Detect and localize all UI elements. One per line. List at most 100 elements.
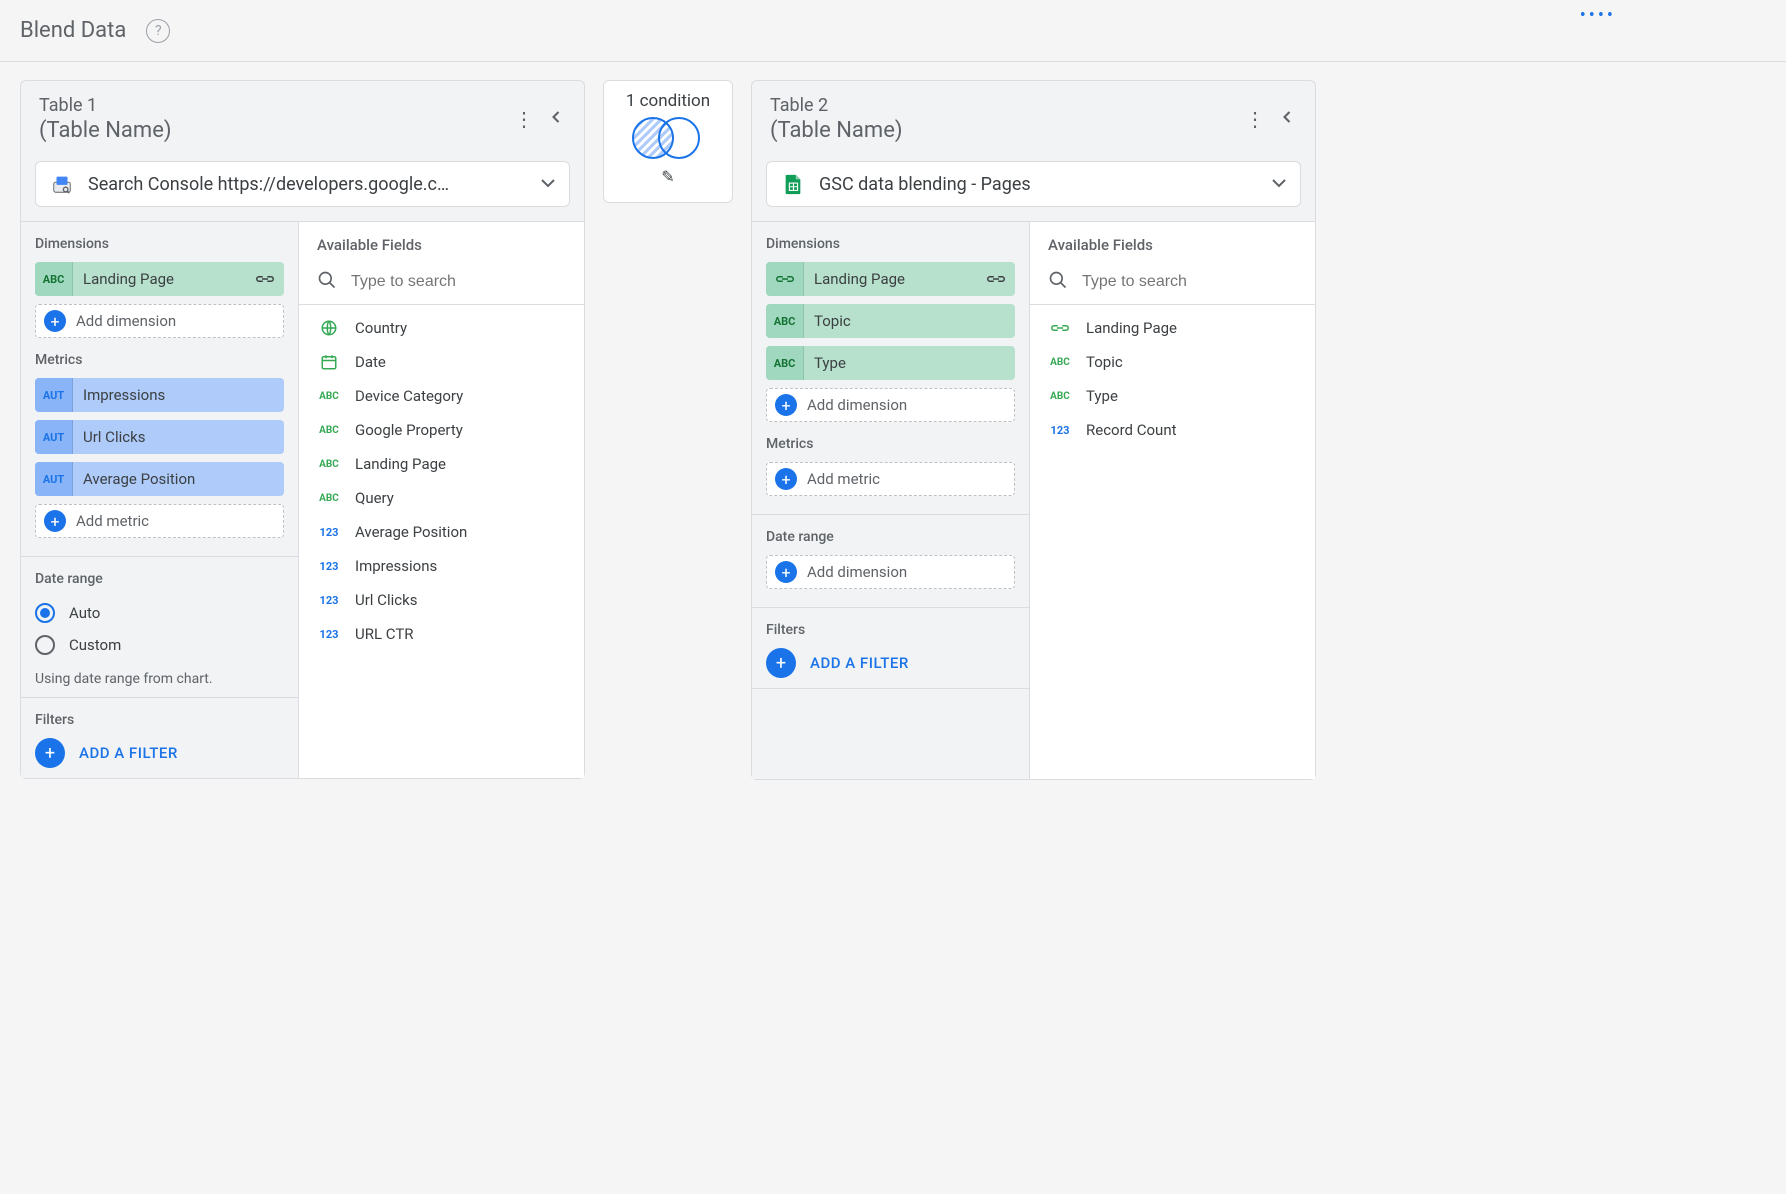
filters-heading: Filters [35, 712, 284, 728]
chevron-down-icon [541, 176, 555, 192]
add-dimension-button[interactable]: + Add dimension [35, 304, 284, 338]
chevron-left-icon[interactable] [546, 107, 566, 131]
type-badge-abc: ABC [35, 262, 73, 296]
search-input[interactable] [351, 273, 566, 291]
add-date-dimension-button[interactable]: + Add dimension [766, 555, 1015, 589]
chip-label: Type [804, 354, 1015, 372]
metrics-heading: Metrics [35, 352, 284, 368]
field-row[interactable]: 123 Record Count [1048, 413, 1305, 447]
field-row[interactable]: 123 Url Clicks [317, 583, 574, 617]
field-row[interactable]: ABC Device Category [317, 379, 574, 413]
type-badge-abc: ABC [766, 304, 804, 338]
abc-icon: ABC [1048, 352, 1072, 372]
abc-icon: ABC [1048, 386, 1072, 406]
available-fields-list: Landing Page ABC Topic ABC Type 123 Reco… [1030, 305, 1315, 465]
field-row[interactable]: 123 URL CTR [317, 617, 574, 651]
dimension-chip[interactable]: Landing Page [766, 262, 1015, 296]
type-badge-aut: AUT [35, 462, 73, 496]
metric-chip[interactable]: AUT Url Clicks [35, 420, 284, 454]
field-row[interactable]: Date [317, 345, 574, 379]
dimension-chip[interactable]: ABC Type [766, 346, 1015, 380]
add-dimension-button[interactable]: + Add dimension [766, 388, 1015, 422]
add-metric-button[interactable]: + Add metric [766, 462, 1015, 496]
field-row[interactable]: 123 Average Position [317, 515, 574, 549]
join-config-button[interactable]: 1 condition ✎ [603, 80, 733, 203]
chevron-down-icon [1272, 176, 1286, 192]
field-row[interactable]: ABC Landing Page [317, 447, 574, 481]
dimensions-heading: Dimensions [35, 236, 284, 252]
field-label: Date [355, 353, 386, 371]
add-label: Add metric [807, 470, 880, 488]
metric-chip[interactable]: AUT Impressions [35, 378, 284, 412]
field-label: Device Category [355, 387, 463, 405]
number-icon: 123 [317, 590, 341, 610]
field-label: Type [1086, 387, 1118, 405]
type-badge-aut: AUT [35, 378, 73, 412]
type-badge-aut: AUT [35, 420, 73, 454]
add-label: Add dimension [76, 312, 176, 330]
field-label: Landing Page [355, 455, 446, 473]
calendar-icon [317, 352, 341, 372]
chevron-left-icon[interactable] [1277, 107, 1297, 131]
date-range-heading: Date range [766, 529, 1015, 545]
field-label: Topic [1086, 353, 1123, 371]
search-input[interactable] [1082, 273, 1297, 291]
field-label: Average Position [355, 523, 467, 541]
add-filter-button[interactable]: + ADD A FILTER [766, 648, 1015, 678]
chip-label: Topic [804, 312, 1015, 330]
table-subtitle[interactable]: (Table Name) [39, 118, 172, 143]
dimension-chip[interactable]: ABC Topic [766, 304, 1015, 338]
field-row[interactable]: ABC Query [317, 481, 574, 515]
chip-label: Landing Page [804, 270, 977, 288]
help-icon[interactable]: ? [146, 19, 170, 43]
plus-icon: + [775, 468, 797, 490]
table-panel-2: Table 2 (Table Name) ⋮ GSC data blending… [751, 80, 1316, 780]
add-filter-label: ADD A FILTER [79, 744, 178, 762]
link-icon [246, 273, 284, 285]
field-row[interactable]: Landing Page [1048, 311, 1305, 345]
abc-icon: ABC [317, 420, 341, 440]
number-icon: 123 [317, 556, 341, 576]
available-fields-heading: Available Fields [1030, 222, 1315, 260]
date-range-auto-radio[interactable]: Auto [35, 597, 284, 629]
add-metric-button[interactable]: + Add metric [35, 504, 284, 538]
add-filter-button[interactable]: + ADD A FILTER [35, 738, 284, 768]
available-fields-list: Country Date ABC Device Category ABC Goo… [299, 305, 584, 669]
field-row[interactable]: ABC Google Property [317, 413, 574, 447]
radio-label: Custom [69, 636, 121, 654]
field-row[interactable]: ABC Topic [1048, 345, 1305, 379]
field-row[interactable]: ABC Type [1048, 379, 1305, 413]
more-icon[interactable]: ⋮ [1245, 107, 1265, 131]
metric-chip[interactable]: AUT Average Position [35, 462, 284, 496]
table-title: Table 1 [39, 95, 172, 116]
more-icon[interactable]: ⋮ [514, 107, 534, 131]
link-icon [1048, 318, 1072, 338]
field-row[interactable]: Country [317, 311, 574, 345]
venn-diagram-icon [632, 117, 704, 161]
dimensions-heading: Dimensions [766, 236, 1015, 252]
date-range-custom-radio[interactable]: Custom [35, 629, 284, 661]
table-header: Table 1 (Table Name) ⋮ [21, 81, 584, 153]
plus-icon: + [766, 648, 796, 678]
field-label: Impressions [355, 557, 437, 575]
radio-label: Auto [69, 604, 100, 622]
chip-label: Url Clicks [73, 428, 284, 446]
field-label: Landing Page [1086, 319, 1177, 337]
add-label: Add metric [76, 512, 149, 530]
source-selector[interactable]: GSC data blending - Pages [766, 161, 1301, 207]
number-icon: 123 [317, 522, 341, 542]
field-row[interactable]: 123 Impressions [317, 549, 574, 583]
number-icon: 123 [317, 624, 341, 644]
field-label: URL CTR [355, 625, 414, 643]
source-selector[interactable]: Search Console https://developers.google… [35, 161, 570, 207]
plus-icon: + [44, 510, 66, 532]
link-icon [977, 273, 1015, 285]
table-subtitle[interactable]: (Table Name) [770, 118, 903, 143]
abc-icon: ABC [317, 454, 341, 474]
drag-handle-icon[interactable]: •••• [1580, 5, 1616, 26]
dimension-chip[interactable]: ABC Landing Page [35, 262, 284, 296]
chip-label: Landing Page [73, 270, 246, 288]
type-badge-abc: ABC [766, 346, 804, 380]
search-icon [1048, 270, 1068, 294]
search-console-icon [50, 172, 74, 196]
